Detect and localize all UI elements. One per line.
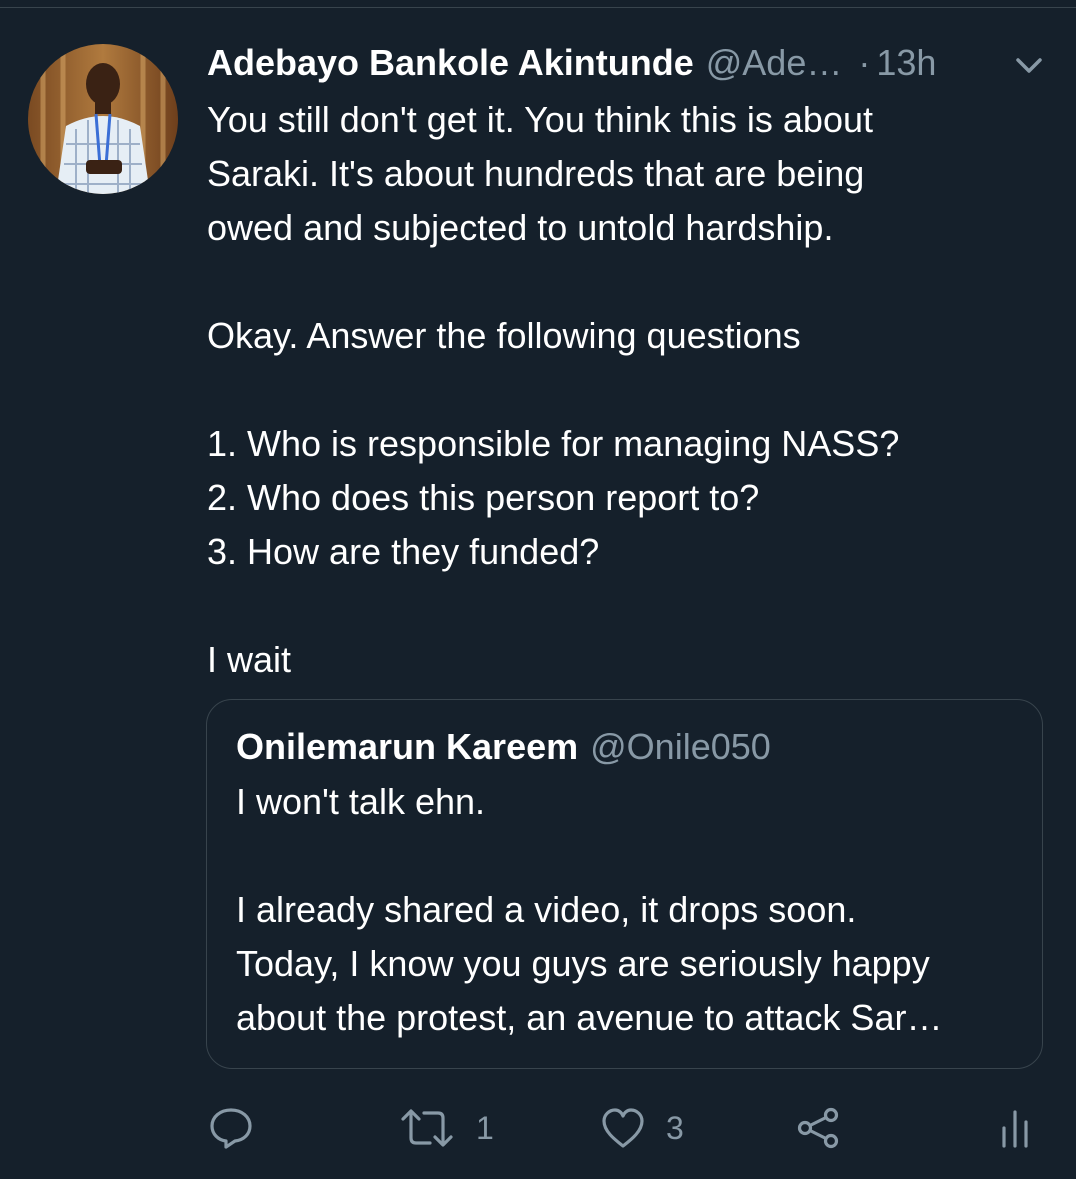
- quoted-tweet[interactable]: Onilemarun Kareem @Onile050 I won't talk…: [206, 699, 1043, 1069]
- like-count: 3: [666, 1109, 684, 1146]
- retweet-count: 1: [476, 1109, 494, 1146]
- reply-icon: [208, 1106, 254, 1150]
- retweet-icon: [400, 1106, 454, 1150]
- tweet-header: Adebayo Bankole Akintunde @Ade… · 13h: [207, 38, 1057, 88]
- tweet-text-line: Saraki. It's about hundreds that are bei…: [207, 153, 865, 194]
- tweet-text: You still don't get it. You think this i…: [207, 93, 1057, 687]
- tweet-actions: 1 3: [0, 1103, 1076, 1153]
- chevron-down-icon[interactable]: [1010, 51, 1048, 79]
- heart-icon: [600, 1106, 646, 1150]
- analytics-button[interactable]: [996, 1103, 1036, 1153]
- quoted-text-line: about the protest, an avenue to attack S…: [236, 997, 943, 1038]
- analytics-icon: [996, 1106, 1036, 1150]
- tweet-text-line: owed and subjected to untold hardship.: [207, 207, 834, 248]
- reply-button[interactable]: [208, 1103, 254, 1153]
- like-button[interactable]: 3: [600, 1103, 684, 1153]
- top-divider: [0, 0, 1076, 8]
- tweet-time[interactable]: 13h: [876, 42, 936, 84]
- tweet-text-line: [207, 579, 1057, 633]
- tweet-text-line: Okay. Answer the following questions: [207, 315, 801, 356]
- tweet-text-line: You still don't get it. You think this i…: [207, 99, 873, 140]
- share-icon: [796, 1106, 842, 1150]
- retweet-button[interactable]: 1: [400, 1103, 494, 1153]
- quoted-author-handle: @Onile050: [590, 726, 771, 767]
- author-name[interactable]: Adebayo Bankole Akintunde: [207, 42, 694, 84]
- quoted-tweet-header: Onilemarun Kareem @Onile050: [236, 722, 771, 772]
- quoted-author-name: Onilemarun Kareem: [236, 726, 579, 767]
- quoted-tweet-text: I won't talk ehn. I already shared a vid…: [236, 775, 1026, 1045]
- tweet-text-line: I wait: [207, 639, 292, 680]
- tweet-text-line: 3. How are they funded?: [207, 531, 600, 572]
- quoted-text-line: I already shared a video, it drops soon.: [236, 889, 857, 930]
- separator-dot: ·: [858, 42, 871, 83]
- tweet-text-line: 1. Who is responsible for managing NASS?: [207, 423, 900, 464]
- avatar[interactable]: [28, 44, 178, 194]
- tweet[interactable]: Adebayo Bankole Akintunde @Ade… · 13h Yo…: [0, 8, 1076, 1179]
- tweet-text-line: [207, 363, 1057, 417]
- quoted-text-line: Today, I know you guys are seriously hap…: [236, 943, 930, 984]
- quoted-text-line: [236, 829, 1026, 883]
- tweet-text-line: 2. Who does this person report to?: [207, 477, 760, 518]
- author-handle[interactable]: @Ade…: [706, 42, 843, 84]
- tweet-text-line: [207, 255, 1057, 309]
- quoted-text-line: I won't talk ehn.: [236, 781, 486, 822]
- share-button[interactable]: [796, 1103, 842, 1153]
